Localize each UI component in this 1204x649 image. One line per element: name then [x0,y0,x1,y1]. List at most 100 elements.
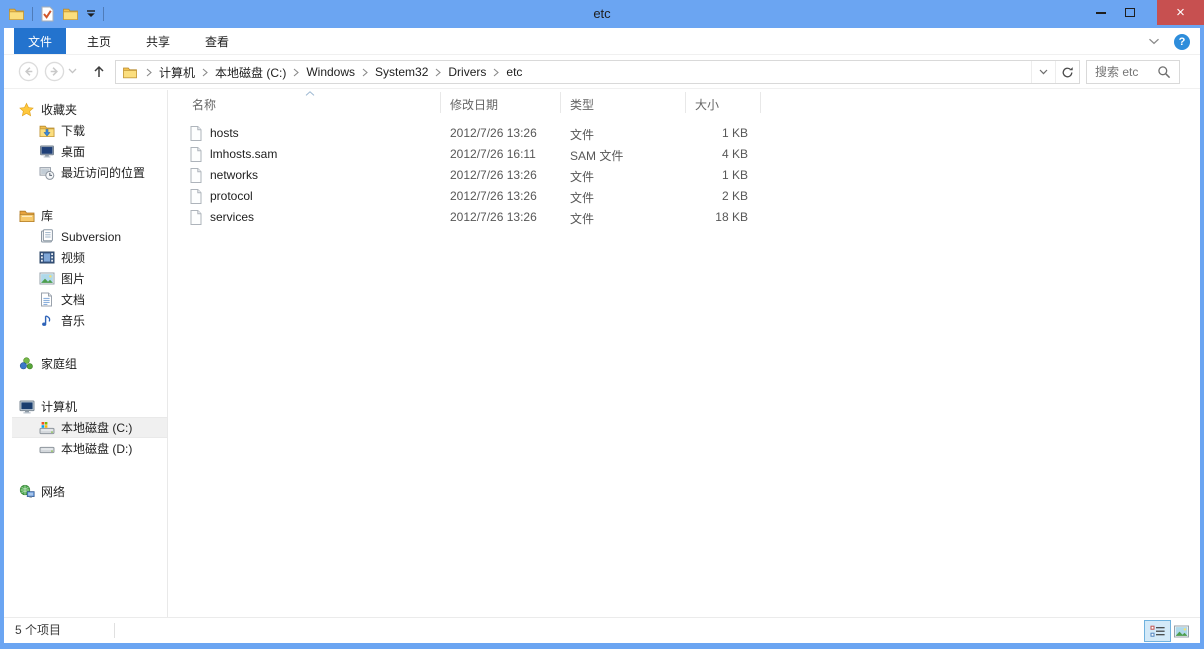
breadcrumb-separator-icon[interactable] [435,68,441,77]
maximize-button[interactable] [1115,0,1144,25]
back-button[interactable] [18,61,39,82]
sidebar-item-recent-places[interactable]: 最近访问的位置 [4,162,167,183]
breadcrumb-item-local-disk-c[interactable]: 本地磁盘 (C:) [211,61,290,83]
sidebar-item-label: 本地磁盘 (C:) [61,419,132,436]
close-button[interactable]: × [1157,0,1204,25]
refresh-icon[interactable] [1055,61,1079,83]
sidebar-item-pictures[interactable]: 图片 [4,268,167,289]
downloads-folder-icon [38,124,55,138]
breadcrumb-item-system32[interactable]: System32 [371,61,432,83]
file-icon [190,168,202,183]
folder-icon[interactable] [122,66,138,79]
thumbnail-view-icon [1173,625,1190,638]
column-header-row: 名称 修改日期 类型 大小 [169,90,1200,115]
breadcrumb-item-windows[interactable]: Windows [302,61,359,83]
minimize-button[interactable] [1086,0,1115,25]
file-type: SAM 文件 [570,147,623,164]
sidebar-item-label: 音乐 [61,312,85,329]
column-divider[interactable] [560,92,561,113]
file-date: 2012/7/26 16:11 [450,147,536,161]
thumbnail-view-button[interactable] [1168,620,1195,642]
file-size: 4 KB [685,147,748,161]
sidebar-item-documents[interactable]: 文档 [4,289,167,310]
breadcrumb-separator-icon[interactable] [293,68,299,77]
search-input[interactable] [1095,65,1157,79]
file-size: 1 KB [685,126,748,140]
sidebar-item-label: 本地磁盘 (D:) [61,440,132,457]
ribbon-tab-bar: 文件 主页 共享 查看 ? [4,28,1200,55]
sidebar-item-music[interactable]: 音乐 [4,310,167,331]
file-type: 文件 [570,210,594,227]
sidebar-item-label: 家庭组 [41,355,77,372]
file-date: 2012/7/26 13:26 [450,126,537,140]
file-row-hosts[interactable]: hosts 2012/7/26 13:26 文件 1 KB [169,123,1200,144]
column-divider[interactable] [685,92,686,113]
documents-icon [38,292,55,307]
sidebar-item-label: 计算机 [41,398,77,415]
column-divider[interactable] [440,92,441,113]
sidebar-item-favorites[interactable]: 收藏夹 [4,99,167,120]
sidebar-item-homegroup[interactable]: 家庭组 [4,353,167,374]
breadcrumb-item-computer[interactable]: 计算机 [155,61,199,83]
libraries-icon [18,209,35,223]
search-box [1086,60,1180,84]
sidebar-item-label: 桌面 [61,143,85,160]
file-row-lmhosts[interactable]: lmhosts.sam 2012/7/26 16:11 SAM 文件 4 KB [169,144,1200,165]
star-icon [18,102,35,117]
window-title: etc [0,0,1204,28]
sidebar-item-label: 收藏夹 [41,101,77,118]
column-divider[interactable] [760,92,761,113]
file-size: 18 KB [685,210,748,224]
window-body: 文件 主页 共享 查看 ? 计算机 [4,28,1200,643]
sidebar-item-label: 最近访问的位置 [61,164,145,181]
column-header-size[interactable]: 大小 [695,96,719,113]
sidebar-item-label: 网络 [41,483,65,500]
search-icon[interactable] [1157,65,1171,79]
column-header-date[interactable]: 修改日期 [450,96,498,113]
sidebar-item-label: 库 [41,207,53,224]
sidebar-item-computer[interactable]: 计算机 [4,396,167,417]
breadcrumb-separator-icon[interactable] [493,68,499,77]
navigation-pane: 收藏夹 下载 桌面 最近访问的位置 [4,90,168,617]
sidebar-item-label: 视频 [61,249,85,266]
up-button[interactable] [92,64,106,79]
tab-share[interactable]: 共享 [132,28,184,54]
computer-icon [18,400,35,414]
sidebar-item-libraries[interactable]: 库 [4,205,167,226]
details-view-button[interactable] [1144,620,1171,642]
file-row-protocol[interactable]: protocol 2012/7/26 13:26 文件 2 KB [169,186,1200,207]
breadcrumb-separator-icon[interactable] [202,68,208,77]
file-date: 2012/7/26 13:26 [450,210,537,224]
sidebar-item-network[interactable]: 网络 [4,481,167,502]
sidebar-item-desktop[interactable]: 桌面 [4,141,167,162]
file-icon [190,210,202,225]
breadcrumb-separator-icon[interactable] [146,68,152,77]
recent-places-icon [38,166,55,180]
address-dropdown-chevron-icon[interactable] [1031,61,1055,83]
sidebar-item-local-disk-d[interactable]: 本地磁盘 (D:) [4,438,167,459]
tab-view[interactable]: 查看 [191,28,243,54]
forward-button[interactable] [44,61,65,82]
details-view-icon [1150,625,1166,638]
file-row-networks[interactable]: networks 2012/7/26 13:26 文件 1 KB [169,165,1200,186]
sidebar-item-downloads[interactable]: 下载 [4,120,167,141]
sidebar-item-subversion[interactable]: Subversion [4,226,167,247]
file-list: 名称 修改日期 类型 大小 hosts 2012/7/26 13:26 文件 1… [169,90,1200,617]
breadcrumb-item-drivers[interactable]: Drivers [444,61,490,83]
help-icon[interactable]: ? [1174,34,1190,50]
column-header-type[interactable]: 类型 [570,96,594,113]
sidebar-item-videos[interactable]: 视频 [4,247,167,268]
breadcrumb-separator-icon[interactable] [362,68,368,77]
address-bar-row: 计算机 本地磁盘 (C:) Windows System32 Drivers e… [4,55,1200,89]
breadcrumb-item-etc[interactable]: etc [502,61,526,83]
status-divider [114,623,115,638]
file-size: 2 KB [685,189,748,203]
file-row-services[interactable]: services 2012/7/26 13:26 文件 18 KB [169,207,1200,228]
tab-file[interactable]: 文件 [14,28,66,54]
file-type: 文件 [570,189,594,206]
recent-locations-chevron-icon[interactable] [68,68,77,74]
sidebar-item-local-disk-c[interactable]: 本地磁盘 (C:) [12,417,167,438]
column-header-name[interactable]: 名称 [192,96,216,113]
minimize-ribbon-chevron-icon[interactable] [1148,38,1160,45]
tab-home[interactable]: 主页 [73,28,125,54]
